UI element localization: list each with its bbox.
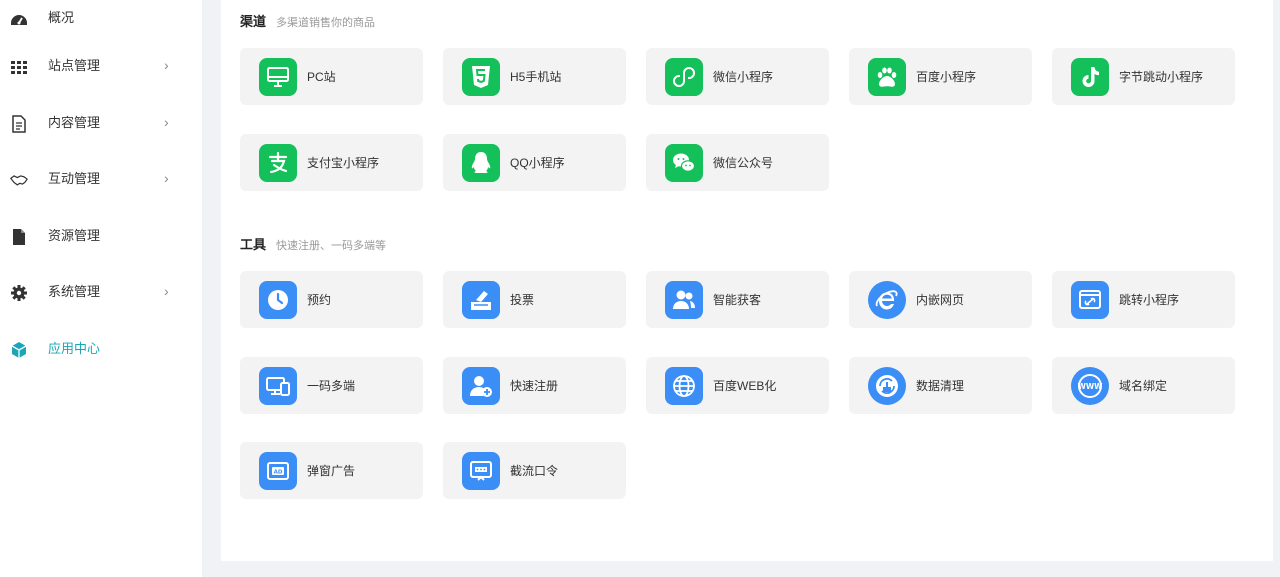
channel-card-bytedance-mini[interactable]: 字节跳动小程序 xyxy=(1052,48,1235,105)
add-user-icon xyxy=(462,367,500,405)
tool-card-domain-bind[interactable]: WWW 域名绑定 xyxy=(1052,357,1235,414)
ad-popup-icon: AD xyxy=(259,452,297,490)
tool-card-embed-page[interactable]: 内嵌网页 xyxy=(849,271,1032,328)
card-label: 支付宝小程序 xyxy=(307,156,380,170)
sidebar-item-resources[interactable]: 资源管理 xyxy=(0,216,202,256)
card-label: 微信小程序 xyxy=(713,70,774,84)
password-icon xyxy=(462,452,500,490)
channel-card-wechat-mini[interactable]: 微信小程序 xyxy=(646,48,829,105)
handshake-icon xyxy=(10,171,28,189)
sidebar-item-content[interactable]: 内容管理 › xyxy=(0,103,202,143)
chevron-right-icon: › xyxy=(164,170,169,186)
card-label: 微信公众号 xyxy=(713,156,774,170)
channel-card-pc[interactable]: PC站 xyxy=(240,48,423,105)
channel-card-h5[interactable]: H5手机站 xyxy=(443,48,626,105)
sidebar: 概况 站点管理 › 内容管理 › 互动管理 › 资源管理 系统管理 › 应用中心 xyxy=(0,0,202,577)
card-label: 智能获客 xyxy=(713,293,762,307)
alipay-icon xyxy=(259,144,297,182)
tool-card-smart-leads[interactable]: 智能获客 xyxy=(646,271,829,328)
monitor-icon xyxy=(259,58,297,96)
globe-icon xyxy=(665,367,703,405)
card-label: PC站 xyxy=(307,70,336,84)
channel-card-baidu-mini[interactable]: 百度小程序 xyxy=(849,48,1032,105)
sidebar-item-label: 资源管理 xyxy=(48,228,101,243)
section-title: 渠道 xyxy=(240,14,267,29)
file-icon xyxy=(10,228,28,246)
main-panel: 渠道 多渠道销售你的商品 PC站 H5手机站 微信小程序 百度小程序 字节跳动小… xyxy=(221,0,1273,561)
qq-penguin-icon xyxy=(462,144,500,182)
sidebar-item-label: 系统管理 xyxy=(48,284,101,299)
card-label: 字节跳动小程序 xyxy=(1119,70,1204,84)
ballot-icon xyxy=(462,281,500,319)
chevron-right-icon: › xyxy=(164,283,169,299)
card-label: 预约 xyxy=(307,293,332,307)
card-label: 投票 xyxy=(510,293,535,307)
sidebar-item-label: 概况 xyxy=(48,10,75,25)
users-icon xyxy=(665,281,703,319)
baidu-paw-icon xyxy=(868,58,906,96)
sidebar-item-overview[interactable]: 概况 xyxy=(0,0,202,38)
tool-card-data-clean[interactable]: 数据清理 xyxy=(849,357,1032,414)
card-label: 内嵌网页 xyxy=(916,293,965,307)
tool-card-popup-ad[interactable]: AD 弹窗广告 xyxy=(240,442,423,499)
card-label: QQ小程序 xyxy=(510,156,565,170)
document-icon xyxy=(10,115,28,133)
card-label: 域名绑定 xyxy=(1119,379,1168,393)
www-icon: WWW xyxy=(1071,367,1109,405)
gear-icon xyxy=(10,284,28,302)
tools-section-header: 工具 快速注册、一码多端等 xyxy=(240,234,386,253)
link-window-icon xyxy=(1071,281,1109,319)
tool-card-jump-mini[interactable]: 跳转小程序 xyxy=(1052,271,1235,328)
data-clean-icon xyxy=(868,367,906,405)
tool-card-baidu-web[interactable]: 百度WEB化 xyxy=(646,357,829,414)
card-label: 一码多端 xyxy=(307,379,356,393)
cube-icon xyxy=(10,341,28,359)
channels-section-header: 渠道 多渠道销售你的商品 xyxy=(240,11,375,30)
sidebar-item-system[interactable]: 系统管理 › xyxy=(0,272,202,312)
card-label: 百度小程序 xyxy=(916,70,977,84)
tool-card-quick-register[interactable]: 快速注册 xyxy=(443,357,626,414)
card-label: H5手机站 xyxy=(510,70,562,84)
sidebar-item-label: 互动管理 xyxy=(48,171,101,186)
sidebar-item-label: 内容管理 xyxy=(48,115,101,130)
ie-browser-icon xyxy=(868,281,906,319)
card-label: 截流口令 xyxy=(510,464,559,478)
svg-text:WWW: WWW xyxy=(1078,382,1104,391)
sidebar-item-sites[interactable]: 站点管理 › xyxy=(0,46,202,86)
douyin-icon xyxy=(1071,58,1109,96)
multi-device-icon xyxy=(259,367,297,405)
dashboard-icon xyxy=(10,10,28,28)
channel-card-alipay-mini[interactable]: 支付宝小程序 xyxy=(240,134,423,191)
html5-icon xyxy=(462,58,500,96)
sidebar-item-label: 应用中心 xyxy=(48,341,101,356)
tool-card-one-code-multi[interactable]: 一码多端 xyxy=(240,357,423,414)
channel-card-qq-mini[interactable]: QQ小程序 xyxy=(443,134,626,191)
tool-card-booking[interactable]: 预约 xyxy=(240,271,423,328)
grid-icon xyxy=(10,58,28,76)
chevron-right-icon: › xyxy=(164,57,169,73)
section-title: 工具 xyxy=(240,237,267,252)
section-subtitle: 快速注册、一码多端等 xyxy=(276,240,387,252)
section-subtitle: 多渠道销售你的商品 xyxy=(276,17,376,29)
sidebar-item-label: 站点管理 xyxy=(48,58,101,73)
clock-icon xyxy=(259,281,297,319)
sidebar-item-interaction[interactable]: 互动管理 › xyxy=(0,159,202,199)
wechat-icon xyxy=(665,144,703,182)
tool-card-intercept-password[interactable]: 截流口令 xyxy=(443,442,626,499)
card-label: 数据清理 xyxy=(916,379,965,393)
channel-card-wechat-official[interactable]: 微信公众号 xyxy=(646,134,829,191)
card-label: 跳转小程序 xyxy=(1119,293,1180,307)
card-label: 百度WEB化 xyxy=(713,379,777,393)
card-label: 弹窗广告 xyxy=(307,464,356,478)
tool-card-vote[interactable]: 投票 xyxy=(443,271,626,328)
sidebar-item-app-center[interactable]: 应用中心 xyxy=(0,329,202,369)
svg-text:AD: AD xyxy=(274,470,283,476)
chevron-right-icon: › xyxy=(164,114,169,130)
miniprogram-icon xyxy=(665,58,703,96)
card-label: 快速注册 xyxy=(510,379,559,393)
